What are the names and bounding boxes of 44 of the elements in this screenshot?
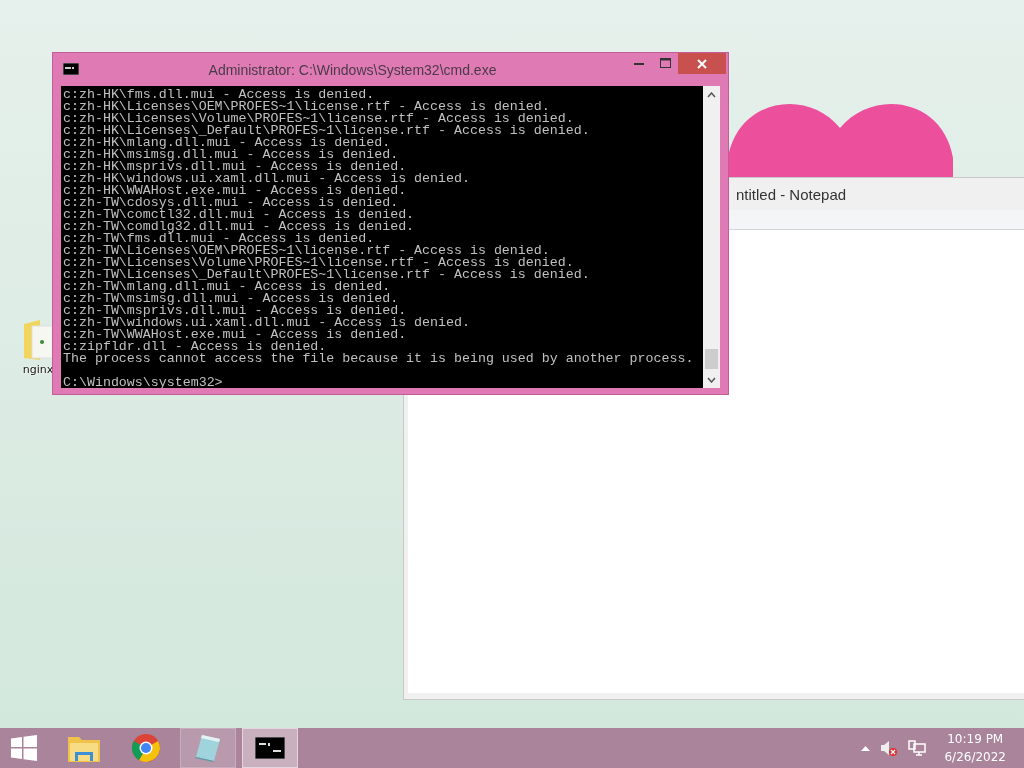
console-line: c:zh-HK\mlang.dll.mui - Access is denied. — [63, 137, 391, 149]
console-line: c:zh-TW\comctl32.dll.mui - Access is denied. — [63, 209, 416, 221]
console-line: c:zh-HK\msimsg.dll.mui - Access is denied. — [63, 149, 399, 161]
console-line: c:zh-HK\fms.dll.mui - Access is denied. — [63, 89, 375, 101]
scroll-down-icon[interactable] — [707, 376, 716, 383]
scrollbar[interactable] — [703, 86, 720, 388]
console-line: The process cannot access the file because it is being used by another process. — [63, 353, 695, 365]
console-line: c:zh-TW\Licenses\OEM\PROFES~1\license.rtf - Access is denied. — [63, 245, 550, 257]
console-line: c:zh-TW\mlang.dll.mui - Access is denied. — [63, 281, 391, 293]
console-line: c:zh-HK\WWAHost.exe.mui - Access is denied. — [63, 185, 408, 197]
scroll-thumb[interactable] — [705, 349, 718, 369]
show-hidden-icons-icon[interactable] — [861, 745, 871, 751]
console-line: c:zh-TW\cdosys.dll.mui - Access is denied. — [63, 197, 399, 209]
console-line: c:zh-TW\Licenses\_Default\PROFES~1\license.rtf - Access is denied. — [63, 269, 591, 281]
console-icon — [255, 737, 285, 759]
console-line: c:zh-TW\fms.dll.mui - Access is denied. — [63, 233, 375, 245]
close-icon — [697, 58, 707, 69]
console-line: c:zh-TW\Licenses\Volume\PROFES~1\license.rtf - Access is denied. — [63, 257, 574, 269]
console-line: c:zh-HK\Licenses\_Default\PROFES~1\license.rtf - Access is denied. — [63, 125, 591, 137]
window-title: Administrator: C:\Windows\System32\cmd.exe — [207, 61, 498, 80]
maximize-icon — [659, 58, 671, 68]
console-line: c:zh-TW\msprivs.dll.mui - Access is denied. — [63, 305, 408, 317]
notepad-icon — [194, 733, 222, 763]
windows-logo-icon — [11, 735, 37, 761]
console-line: c:zh-HK\Licenses\Volume\PROFES~1\license.rtf - Access is denied. — [63, 113, 574, 125]
command-prompt[interactable]: C:\Windows\system32> — [63, 377, 701, 388]
console-line: c:zh-HK\msprivs.dll.mui - Access is denied. — [63, 161, 408, 173]
console-line: c:zh-HK\windows.ui.xaml.dll.mui - Access is denied. — [63, 173, 471, 185]
close-button[interactable] — [678, 53, 726, 74]
speaker-muted-icon[interactable] — [880, 740, 899, 756]
window-title: ntitled - Notepad — [736, 186, 847, 203]
chrome-logo-icon — [131, 733, 161, 763]
console-icon — [63, 63, 79, 75]
taskbar-button[interactable] — [242, 728, 298, 768]
icon-label[interactable]: nginx — [22, 362, 54, 379]
console-line: c:zipfldr.dll - Access is denied. — [63, 341, 327, 353]
console-line: c:zh-TW\windows.ui.xaml.dll.mui - Access is denied. — [63, 317, 471, 329]
minimize-icon — [634, 61, 644, 65]
scroll-up-icon[interactable] — [707, 91, 716, 98]
console-line: c:zh-TW\comdlg32.dll.mui - Access is denied. — [63, 221, 416, 233]
console-line: c:zh-TW\WWAHost.exe.mui - Access is denied. — [63, 329, 408, 341]
console-line: c:zh-TW\msimsg.dll.mui - Access is denied. — [63, 293, 399, 305]
network-icon[interactable] — [908, 740, 927, 756]
console-line: c:zh-HK\Licenses\OEM\PROFES~1\license.rtf - Access is denied. — [63, 101, 550, 113]
